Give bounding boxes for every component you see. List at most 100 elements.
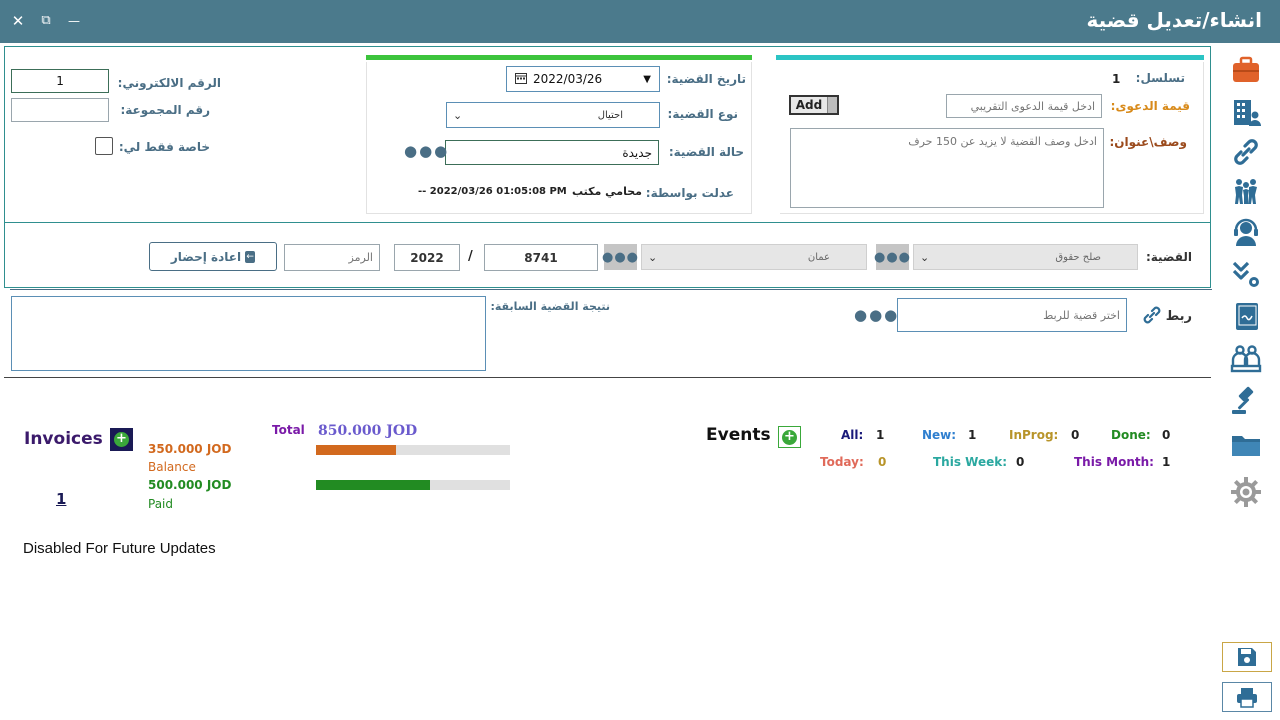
gear-icon[interactable] xyxy=(1228,474,1264,510)
events-all-label: All: xyxy=(841,428,864,442)
city-value: عمان xyxy=(807,251,830,263)
paid-bar-fill xyxy=(316,480,431,490)
events-new-value: 1 xyxy=(968,428,977,442)
title-bar: ✕ ⧉ — انشاء/تعديل قضية xyxy=(0,0,1280,43)
case-year-input[interactable]: 2022 xyxy=(394,244,460,271)
description-label: وصف\عنوان: xyxy=(1109,135,1187,149)
chevron-down-icon: ⌄ xyxy=(453,108,463,122)
add-invoice-button[interactable]: + xyxy=(110,428,133,451)
back-arrow-icon: ← xyxy=(245,250,256,263)
claim-value-input[interactable] xyxy=(946,94,1102,118)
minimize-button[interactable]: — xyxy=(63,10,85,32)
gavel-icon[interactable] xyxy=(1228,382,1264,418)
link-icon xyxy=(1140,303,1164,331)
case-details-accent xyxy=(366,55,752,60)
electronic-number-input[interactable]: 1 xyxy=(11,69,109,93)
events-month-value: 1 xyxy=(1162,455,1171,469)
resummon-button[interactable]: اعادة إحضار ← xyxy=(149,242,277,271)
city-more-button[interactable]: ●●● xyxy=(602,244,638,270)
modified-at-value: -- 2022/03/26 01:05:08 PM xyxy=(418,186,567,197)
caret-down-icon: ▼ xyxy=(643,73,651,85)
case-status-label: حالة القضية: xyxy=(668,145,744,159)
save-icon xyxy=(1238,648,1256,666)
add-event-button[interactable]: + xyxy=(778,426,801,448)
group-number-label: رقم المجموعة: xyxy=(120,103,210,117)
restore-button[interactable]: ⧉ xyxy=(35,10,57,32)
case-status-input[interactable]: جديدة xyxy=(445,140,659,165)
electronic-number-label: الرقم الالكتروني: xyxy=(117,76,221,90)
case-info-accent xyxy=(776,55,1204,60)
serial-label: تسلسل: xyxy=(1135,71,1185,85)
previous-result-label: نتيجة القضية السابقة: xyxy=(490,300,610,313)
case-number-separator: / xyxy=(468,249,473,264)
balance-value: 350.000 JOD xyxy=(148,442,232,456)
calendar-icon xyxy=(515,72,527,87)
save-button[interactable] xyxy=(1222,642,1272,672)
link-more-button[interactable]: ●●● xyxy=(854,306,899,324)
case-date-value: 2022/03/26 xyxy=(533,72,603,86)
add-button[interactable]: Add xyxy=(789,95,839,115)
events-month-label: This Month: xyxy=(1074,455,1154,469)
previous-result-input[interactable] xyxy=(11,296,486,371)
serial-value: 1 xyxy=(1112,72,1121,86)
balance-bar-fill xyxy=(316,445,396,455)
status-more-button[interactable]: ●●● xyxy=(404,142,449,160)
close-button[interactable]: ✕ xyxy=(7,10,29,32)
balance-bar xyxy=(316,445,510,455)
print-button[interactable] xyxy=(1222,682,1272,712)
case-status-value: جديدة xyxy=(622,145,652,160)
add-button-label: Add xyxy=(795,98,823,112)
events-inprog-label: InProg: xyxy=(1009,428,1059,442)
case-date-picker[interactable]: 2022/03/26 ▼ xyxy=(506,66,660,92)
total-value: 850.000 JOD xyxy=(318,423,418,439)
tasks-icon[interactable] xyxy=(1228,256,1264,292)
printer-icon xyxy=(1237,688,1257,708)
balance-label: Balance xyxy=(148,460,196,474)
paid-bar xyxy=(316,480,510,490)
invoice-count-link[interactable]: 1 xyxy=(56,490,66,508)
people-icon[interactable] xyxy=(1228,174,1264,210)
case-number-input[interactable]: 8741 xyxy=(484,244,598,271)
link-case-input[interactable] xyxy=(897,298,1127,332)
events-week-value: 0 xyxy=(1016,455,1025,469)
case-type-value: احتيال xyxy=(597,109,623,121)
code-input[interactable] xyxy=(284,244,380,271)
private-only-checkbox[interactable] xyxy=(95,137,113,155)
claim-value-label: قيمة الدعوى: xyxy=(1110,99,1190,113)
plus-circle-icon: + xyxy=(114,432,129,447)
section-divider xyxy=(4,377,1211,378)
plus-circle-icon: + xyxy=(782,429,797,445)
events-inprog-value: 0 xyxy=(1071,428,1080,442)
case-type-label: نوع القضية: xyxy=(667,107,738,121)
modified-by-value: محامي مكتب xyxy=(572,185,642,198)
group-number-input[interactable] xyxy=(11,98,109,122)
link-divider xyxy=(10,289,1212,290)
events-week-label: This Week: xyxy=(933,455,1008,469)
court-value: صلح حقوق xyxy=(1055,251,1101,263)
case-row-label: القضية: xyxy=(1145,250,1192,264)
court-icon[interactable] xyxy=(1228,340,1264,376)
folder-icon[interactable] xyxy=(1228,426,1264,462)
case-date-label: تاريخ القضية: xyxy=(666,72,746,86)
total-label: Total xyxy=(272,423,305,437)
add-toggle-knob xyxy=(827,97,837,113)
link-icon[interactable] xyxy=(1228,134,1264,170)
events-new-label: New: xyxy=(922,428,957,442)
briefcase-icon[interactable] xyxy=(1228,52,1264,88)
disabled-note: Disabled For Future Updates xyxy=(23,540,216,557)
link-label: ربط xyxy=(1165,309,1192,324)
case-number-value: 8741 xyxy=(524,250,558,265)
chevron-down-icon: ⌄ xyxy=(648,250,658,264)
paid-label: Paid xyxy=(148,497,174,511)
window-title: انشاء/تعديل قضية xyxy=(1086,8,1262,32)
support-icon[interactable] xyxy=(1228,214,1264,250)
notebook-icon[interactable] xyxy=(1228,298,1264,334)
court-more-button[interactable]: ●●● xyxy=(874,244,910,270)
case-type-select[interactable]: احتيال ⌄ xyxy=(446,102,660,128)
city-select[interactable]: عمان ⌄ xyxy=(641,244,867,270)
court-select[interactable]: صلح حقوق ⌄ xyxy=(913,244,1138,270)
building-icon[interactable] xyxy=(1228,94,1264,130)
events-today-value: 0 xyxy=(878,455,887,469)
resummon-label: اعادة إحضار xyxy=(170,249,242,264)
description-input[interactable] xyxy=(790,128,1104,208)
